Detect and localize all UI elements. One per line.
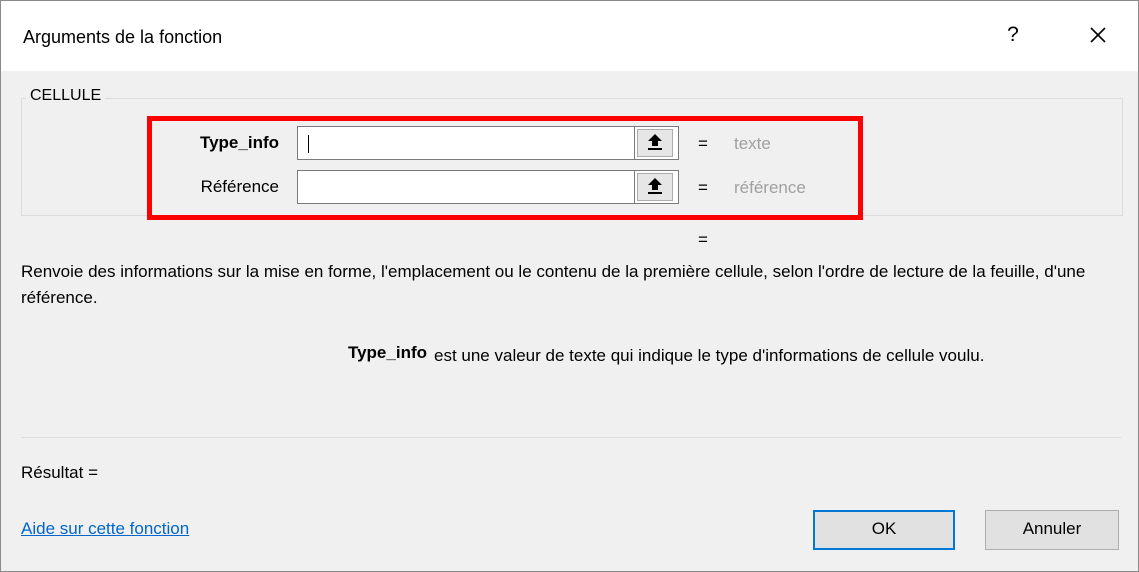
cancel-button[interactable]: Annuler xyxy=(985,510,1119,550)
arguments-highlight-box xyxy=(147,116,863,220)
close-button[interactable] xyxy=(1082,19,1114,51)
title-bar: Arguments de la fonction ? xyxy=(1,1,1138,71)
argument-help-name: Type_info xyxy=(347,343,427,362)
function-name: CELLULE xyxy=(26,87,106,105)
formula-result-equals: = xyxy=(698,230,708,249)
close-icon xyxy=(1090,27,1106,43)
function-description: Renvoie des informations sur la mise en … xyxy=(21,262,1086,307)
help-icon: ? xyxy=(1007,23,1019,46)
function-arguments-dialog: Arguments de la fonction ? CELLULE Type_… xyxy=(0,0,1139,572)
help-on-function-link[interactable]: Aide sur cette fonction xyxy=(21,519,189,539)
help-button[interactable]: ? xyxy=(1001,19,1025,51)
ok-button[interactable]: OK xyxy=(813,510,955,550)
divider xyxy=(21,437,1121,438)
result-label: Résultat = xyxy=(21,463,99,482)
argument-help-text: est une valeur de texte qui indique le t… xyxy=(434,346,985,365)
dialog-title: Arguments de la fonction xyxy=(23,27,223,47)
